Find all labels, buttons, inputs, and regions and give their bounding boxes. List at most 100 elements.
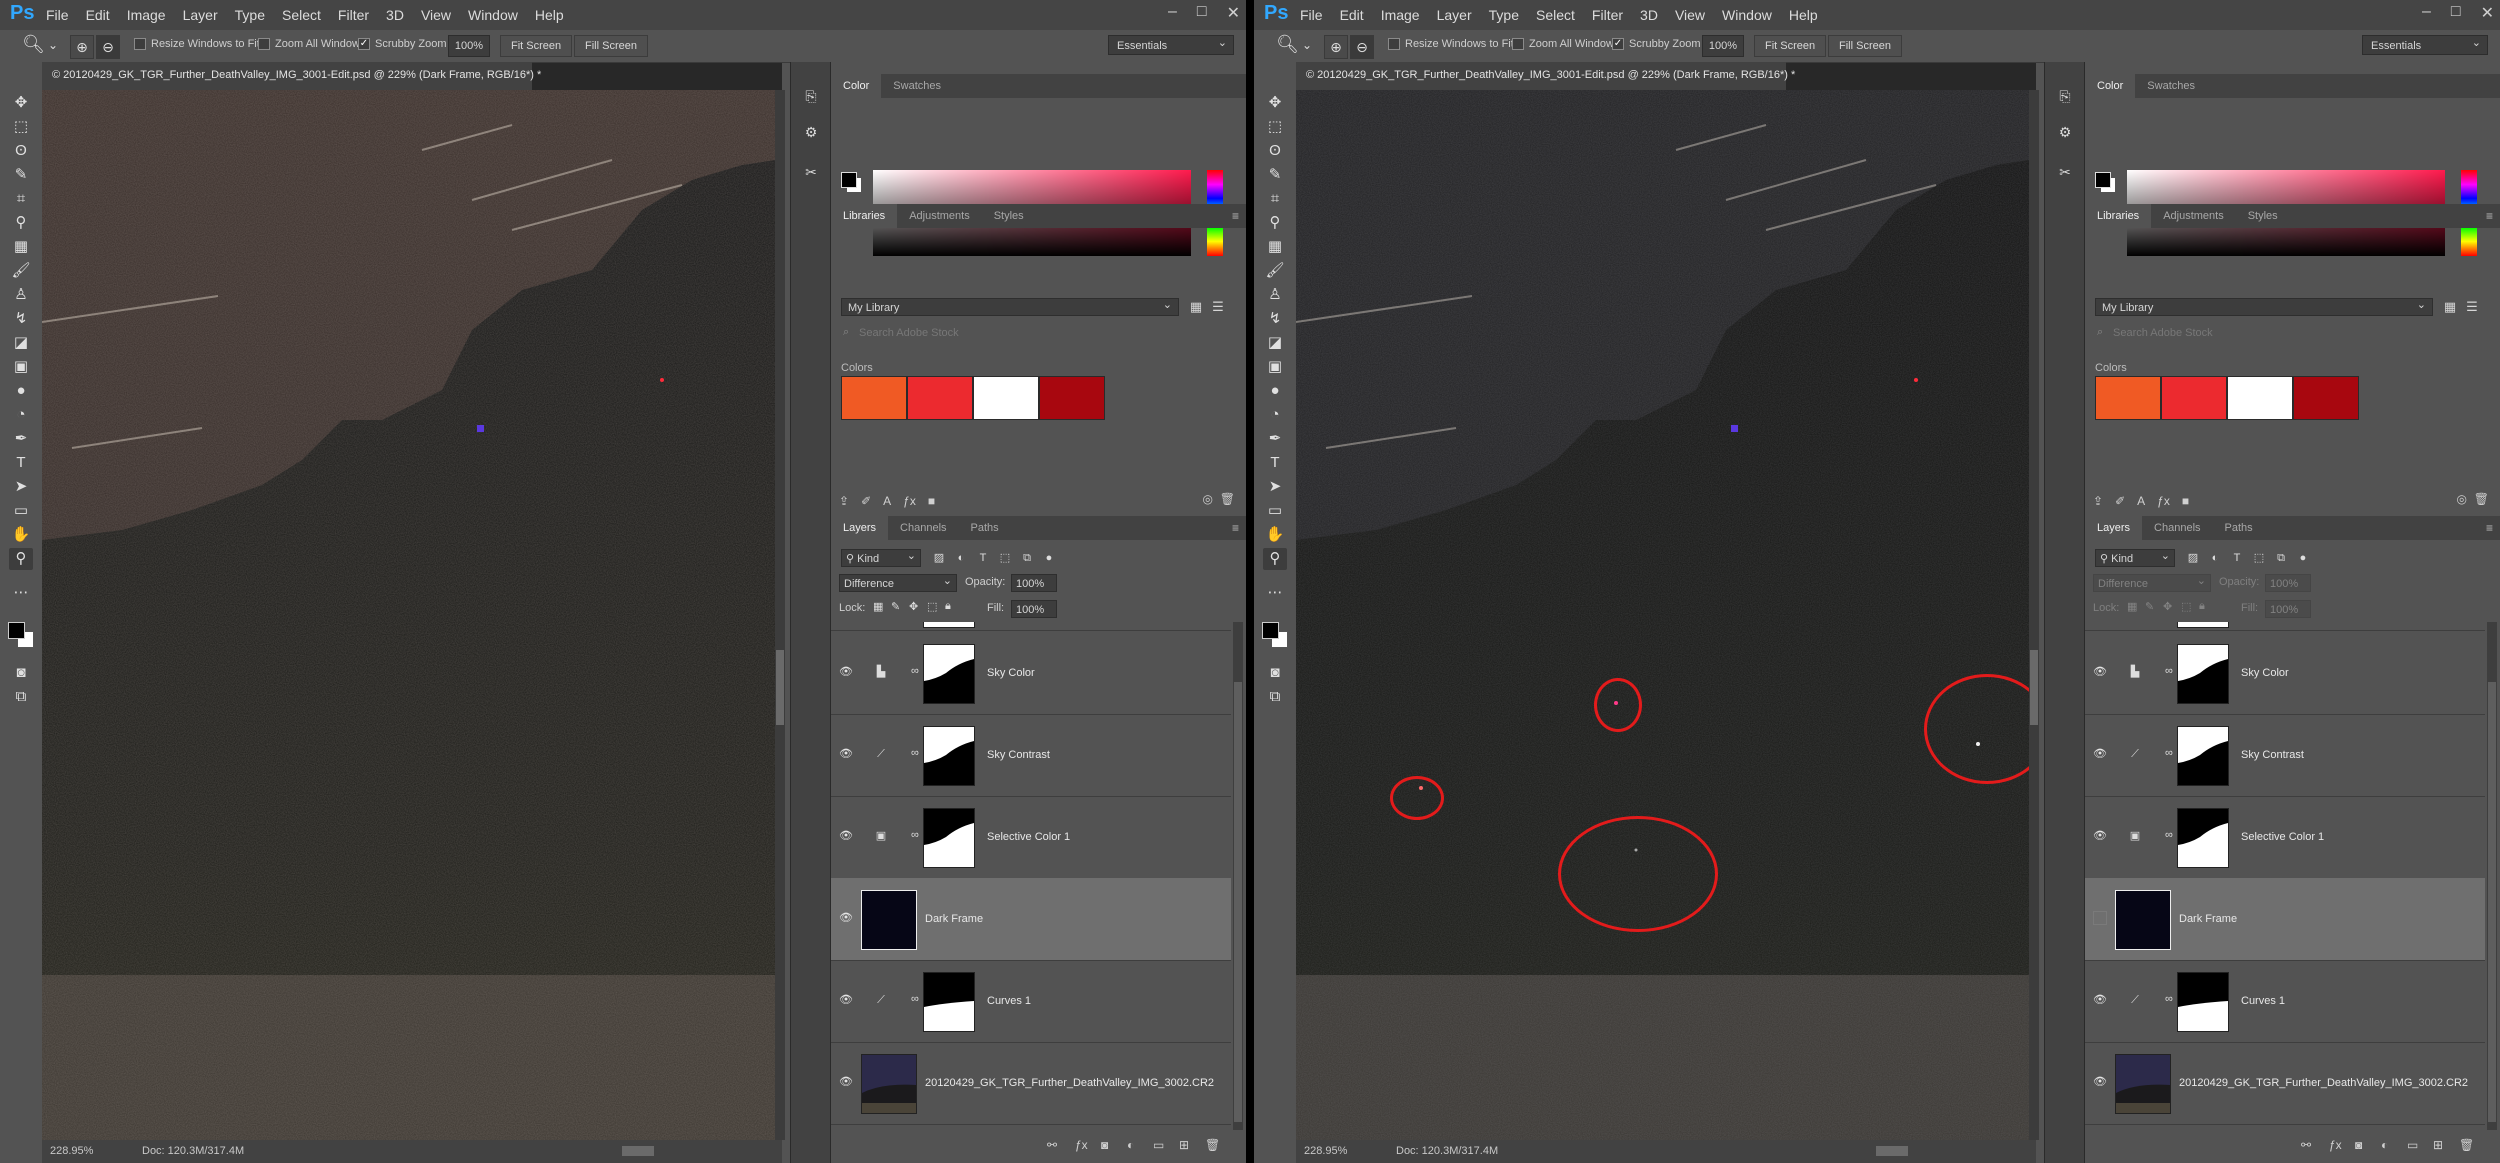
layer-row[interactable]: 👁︎ ⟋ ∞ Sky Contrast	[2085, 714, 2485, 797]
layer-name[interactable]: Curves 1	[987, 995, 1031, 1007]
menu-3d[interactable]: 3D	[1640, 7, 1658, 23]
eraser-tool-icon[interactable]: ◪	[9, 332, 33, 354]
layer-name[interactable]: Selective Color 1	[987, 831, 1070, 843]
layer-mask-thumbnail[interactable]	[2177, 726, 2229, 786]
move-tool-icon[interactable]: ✥	[1263, 92, 1287, 114]
layer-mask-thumbnail[interactable]	[2177, 972, 2229, 1032]
creative-cloud-icon[interactable]: ◎	[2457, 492, 2467, 506]
filter-adjustment-icon[interactable]: ◐	[953, 550, 969, 566]
layer-row-selected[interactable]: Dark Frame	[2085, 878, 2485, 961]
tab-layers[interactable]: Layers	[831, 516, 889, 540]
layer-name[interactable]: Sky Color	[2241, 667, 2289, 679]
layer-row-partial[interactable]	[2085, 622, 2485, 631]
lock-artboard-icon[interactable]: ⬚	[2181, 600, 2191, 613]
layer-thumbnail[interactable]	[2115, 1054, 2171, 1114]
layer-row[interactable]: 👁︎ ▣ ∞ Selective Color 1	[831, 796, 1231, 879]
hand-tool-icon[interactable]: ✋	[1263, 524, 1287, 546]
blend-mode-select[interactable]: Difference	[839, 572, 957, 592]
zoom-out-button[interactable]: ⊖	[1350, 35, 1374, 59]
type-tool-icon[interactable]: T	[1263, 452, 1287, 474]
link-icon[interactable]: ∞	[2165, 665, 2173, 677]
menu-view[interactable]: View	[421, 7, 451, 23]
eye-icon[interactable]: 👁︎	[2093, 829, 2107, 843]
menu-select[interactable]: Select	[1536, 7, 1575, 23]
layer-name[interactable]: Dark Frame	[925, 913, 983, 925]
path-select-tool-icon[interactable]: ➤	[9, 476, 33, 498]
menu-help[interactable]: Help	[535, 7, 564, 23]
filter-pixel-icon[interactable]: ▨	[2185, 550, 2201, 566]
link-icon[interactable]: ∞	[2165, 747, 2173, 759]
layer-thumbnail[interactable]	[2115, 890, 2171, 950]
eye-icon[interactable]: 👁︎	[839, 993, 853, 1007]
filter-pixel-icon[interactable]: ▨	[931, 550, 947, 566]
filter-shape-icon[interactable]: ⬚	[2251, 550, 2267, 566]
menu-filter[interactable]: Filter	[1592, 7, 1623, 23]
layer-mask-thumbnail[interactable]	[923, 972, 975, 1032]
scrollbar-thumb[interactable]	[2030, 650, 2038, 725]
scrollbar-thumb[interactable]	[1234, 682, 1242, 1122]
pen-tool-icon[interactable]: ✒	[9, 428, 33, 450]
rectangle-tool-icon[interactable]: ▭	[1263, 500, 1287, 522]
eye-icon[interactable]: 👁︎	[2093, 747, 2107, 761]
link-icon[interactable]: ∞	[911, 829, 919, 841]
lock-position-icon[interactable]: ✥	[909, 600, 918, 613]
zoom-tool-icon[interactable]: 🔍︎	[1276, 34, 1299, 55]
layer-mask-thumbnail[interactable]	[2177, 808, 2229, 868]
upload-icon[interactable]: ⇪	[839, 490, 849, 512]
scrollbar-thumb[interactable]	[776, 650, 784, 725]
add-graphic-icon[interactable]: ✐	[2115, 490, 2125, 512]
layer-row-partial[interactable]	[831, 622, 1231, 631]
delete-layer-icon[interactable]: 🗑︎	[2459, 1138, 2474, 1152]
quick-mask-icon[interactable]: ◙	[9, 662, 33, 684]
chevron-down-icon[interactable]: ⌄	[1302, 38, 1312, 52]
layers-scrollbar[interactable]	[2487, 622, 2497, 1130]
image-canvas[interactable]	[1296, 90, 2029, 1140]
layer-name[interactable]: Sky Color	[987, 667, 1035, 679]
menu-select[interactable]: Select	[282, 7, 321, 23]
maximize-button[interactable]: □	[1197, 3, 1207, 23]
layer-mask-thumbnail[interactable]	[923, 808, 975, 868]
library-trash-icon[interactable]: 🗑︎	[1220, 492, 1235, 506]
lock-artboard-icon[interactable]: ⬚	[927, 600, 937, 613]
tab-libraries[interactable]: Libraries	[2085, 204, 2152, 228]
marquee-tool-icon[interactable]: ⬚	[9, 116, 33, 138]
more-tools-icon[interactable]: ⋯	[1263, 582, 1287, 604]
filter-toggle-icon[interactable]: ●	[1041, 550, 1057, 566]
zoom-level[interactable]: 228.95%	[1304, 1145, 1347, 1157]
stamp-tool-icon[interactable]: ♙	[1263, 284, 1287, 306]
quick-mask-icon[interactable]: ◙	[1263, 662, 1287, 684]
fill-screen-button[interactable]: Fill Screen	[574, 35, 648, 57]
tab-libraries[interactable]: Libraries	[831, 204, 898, 228]
zoom-level[interactable]: 228.95%	[50, 1145, 93, 1157]
zoom-tool-icon[interactable]: ⚲	[9, 548, 33, 570]
filter-adjustment-icon[interactable]: ◐	[2207, 550, 2223, 566]
lock-transparent-icon[interactable]: ▦	[873, 600, 883, 613]
eye-icon[interactable]: 👁︎	[839, 747, 853, 761]
quick-select-tool-icon[interactable]: ✎	[1263, 164, 1287, 186]
link-layers-icon[interactable]: ⚯	[1047, 1138, 1057, 1152]
zoom-tool-icon[interactable]: ⚲	[1263, 548, 1287, 570]
workspace-select[interactable]: Essentials	[2362, 33, 2488, 55]
tab-styles[interactable]: Styles	[982, 204, 1036, 228]
fill-input[interactable]: 100%	[2265, 600, 2311, 618]
layer-row[interactable]: 👁︎ ⟋ ∞ Curves 1	[831, 960, 1231, 1043]
layer-name[interactable]: 20120429_GK_TGR_Further_DeathValley_IMG_…	[2179, 1077, 2468, 1089]
menu-view[interactable]: View	[1675, 7, 1705, 23]
foreground-color-chip[interactable]	[2095, 172, 2111, 188]
ruler-tool-icon[interactable]: ▦	[1263, 236, 1287, 258]
add-style-icon[interactable]: ƒx	[903, 490, 916, 512]
layer-name[interactable]: Sky Contrast	[987, 749, 1050, 761]
minimize-button[interactable]: –	[2422, 3, 2431, 23]
menu-edit[interactable]: Edit	[86, 7, 110, 23]
gradient-tool-icon[interactable]: ▣	[9, 356, 33, 378]
fit-screen-button[interactable]: Fit Screen	[1754, 35, 1827, 57]
blur-tool-icon[interactable]: ●	[1263, 380, 1287, 402]
history-panel-icon[interactable]: ⎘	[801, 86, 821, 106]
link-layers-icon[interactable]: ⚯	[2301, 1138, 2311, 1152]
layer-name[interactable]: Dark Frame	[2179, 913, 2237, 925]
zoom-in-button[interactable]: ⊕	[70, 35, 94, 59]
lock-all-icon[interactable]: 🔒︎	[945, 600, 951, 613]
add-color-icon[interactable]: ■	[2182, 490, 2189, 512]
lock-all-icon[interactable]: 🔒︎	[2199, 600, 2205, 613]
type-tool-icon[interactable]: T	[9, 452, 33, 474]
